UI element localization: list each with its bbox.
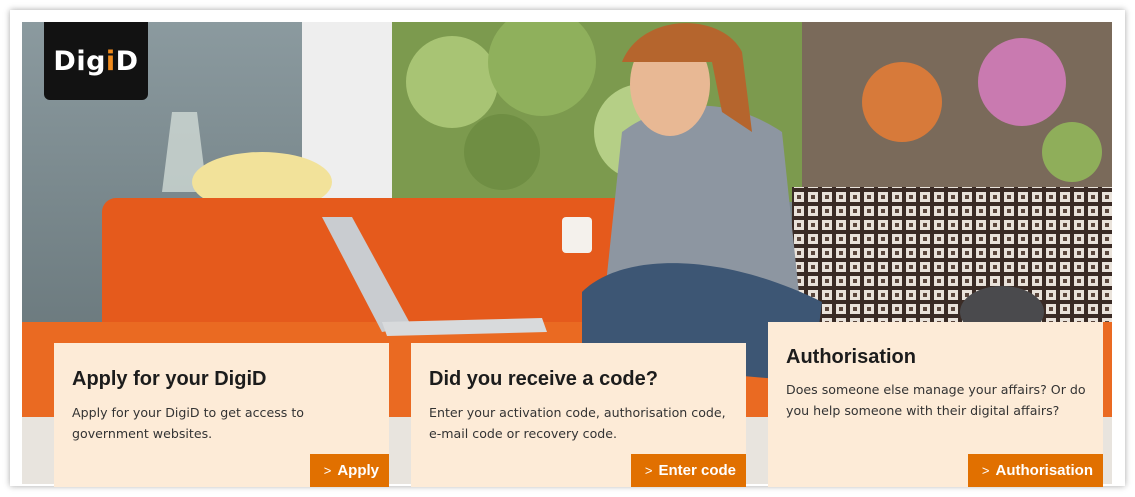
- digid-logo[interactable]: DigiD: [44, 22, 148, 100]
- apply-card-title: Apply for your DigiD: [72, 368, 267, 390]
- authorisation-button-label: Authorisation: [995, 462, 1094, 479]
- authorisation-card-title: Authorisation: [786, 346, 916, 368]
- enter-code-button-label: Enter code: [658, 462, 736, 479]
- apply-button-label: Apply: [337, 462, 379, 479]
- code-card-text: Enter your activation code, authorisatio…: [429, 405, 726, 441]
- logo-text: DigiD: [53, 45, 139, 77]
- code-card-title: Did you receive a code?: [429, 368, 658, 390]
- authorisation-card-text: Does someone else manage your affairs? O…: [786, 382, 1086, 418]
- authorisation-card: Authorisation Does someone else manage y…: [768, 322, 1103, 487]
- apply-card: Apply for your DigiD Apply for your Digi…: [54, 343, 389, 487]
- chevron-right-icon: >: [644, 463, 653, 478]
- chevron-right-icon: >: [323, 463, 332, 478]
- apply-button[interactable]: > Apply: [309, 454, 389, 487]
- chevron-right-icon: >: [981, 463, 990, 478]
- code-card: Did you receive a code? Enter your activ…: [411, 343, 746, 487]
- authorisation-button[interactable]: > Authorisation: [967, 454, 1103, 487]
- enter-code-button[interactable]: > Enter code: [630, 454, 746, 487]
- apply-card-text: Apply for your DigiD to get access to go…: [72, 405, 305, 441]
